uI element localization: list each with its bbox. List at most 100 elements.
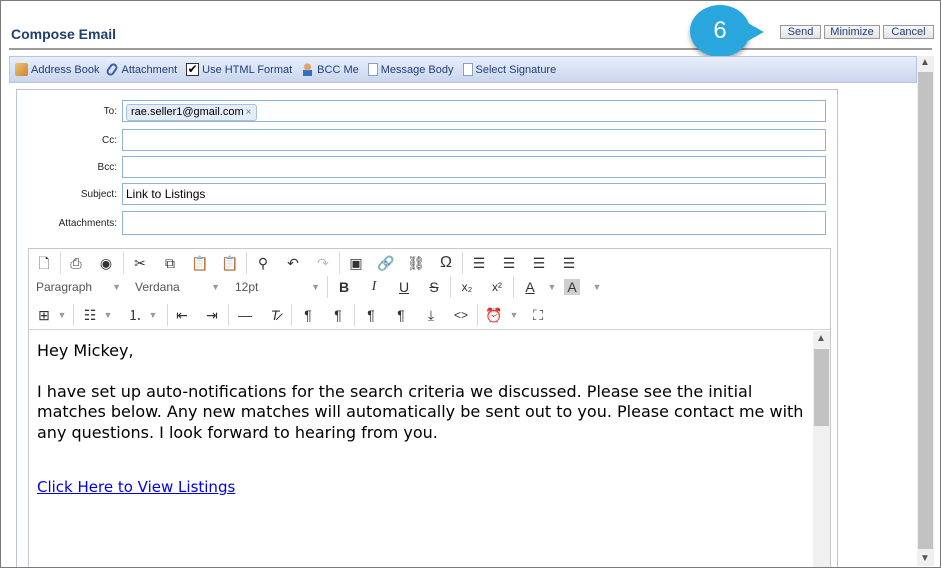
insert-icon[interactable]: ⤓ [420,304,442,326]
chevron-down-icon[interactable]: ▼ [97,304,119,326]
window-scrollbar[interactable]: ▲ ▼ [917,56,934,566]
message-body-label: Message Body [380,63,454,76]
cancel-button[interactable]: Cancel [883,25,934,39]
undo-icon[interactable]: ↶ [282,252,304,274]
toolbar-separator [462,252,463,274]
copy-icon[interactable]: ⧉ [159,252,181,274]
title-divider [9,48,932,50]
scroll-down-icon[interactable]: ▼ [920,553,930,564]
outdent-icon[interactable]: ⇤ [171,304,193,326]
toolbar-separator [354,304,355,326]
recipient-token[interactable]: rae.seller1@gmail.com × [126,104,257,121]
paperclip-icon [105,61,120,78]
preview-icon[interactable]: ◉ [95,252,117,274]
subject-field[interactable]: Link to Listings [122,183,826,205]
cut-icon[interactable]: ✂ [129,252,151,274]
toolbar-separator [60,252,61,274]
address-book-label: Address Book [31,63,100,76]
attachment-button[interactable]: Attachment [105,61,177,78]
recipient-address: rae.seller1@gmail.com [131,106,244,118]
window-scrollbar-thumb[interactable] [918,72,933,549]
cc-label: Cc: [102,135,117,146]
ltr-icon[interactable]: ¶ [297,304,319,326]
step-callout-arrow [746,22,764,42]
subject-label: Subject: [80,189,117,200]
toolbar-separator [477,304,478,326]
chevron-down-icon[interactable]: ▼ [142,304,164,326]
bcc-me-button[interactable]: BCC Me [301,63,359,76]
bcc-field[interactable] [122,156,826,178]
editor-scrollbar-thumb[interactable] [814,349,829,426]
font-size-select[interactable]: 12pt ▼ [235,277,320,297]
clear-format-icon[interactable]: T̷ [264,304,286,326]
font-family-select[interactable]: Verdana ▼ [135,277,220,297]
toolbar-separator [327,276,328,298]
scroll-up-icon[interactable]: ▲ [816,333,826,344]
align-right-icon[interactable]: ☰ [528,252,550,274]
indent-icon[interactable]: ⇥ [201,304,223,326]
minimize-button[interactable]: Minimize [824,25,880,39]
find-icon[interactable]: ⚲ [252,252,274,274]
font-size-value: 12pt [235,280,259,294]
paragraph-format-select[interactable]: Paragraph ▼ [36,277,121,297]
signature-document-icon [462,63,473,76]
fullscreen-icon[interactable]: ⛶ [527,304,549,326]
align-left-icon[interactable]: ☰ [468,252,490,274]
bold-icon[interactable]: B [333,276,355,298]
link-icon[interactable]: 🔗 [375,252,397,274]
justify-icon[interactable]: ☰ [558,252,580,274]
align-center-icon[interactable]: ☰ [498,252,520,274]
compose-email-window: Compose Email 6 Send Minimize Cancel Add… [0,0,941,568]
image-icon[interactable]: ▣ [345,252,367,274]
timestamp-icon[interactable]: ⏰ [483,304,505,326]
chevron-down-icon: ▼ [211,282,220,292]
editor-content-area[interactable]: Hey Mickey, I have set up auto-notificat… [29,331,814,567]
attachments-field[interactable] [122,211,826,235]
compose-toolbar: Address Book Attachment ✔ Use HTML Forma… [9,56,917,83]
print-icon[interactable]: ⎙ [65,252,87,274]
use-html-format-toggle[interactable]: ✔ Use HTML Format [186,63,292,76]
redo-icon[interactable]: ↷ [312,252,334,274]
paste-icon[interactable]: 📋 [189,252,211,274]
scroll-up-icon[interactable]: ▲ [920,57,930,68]
source-code-icon[interactable]: <> [450,304,472,326]
send-button[interactable]: Send [780,25,821,39]
underline-icon[interactable]: U [393,276,415,298]
bcc-label: Bcc: [97,162,117,173]
address-book-button[interactable]: Address Book [15,63,99,76]
page-title: Compose Email [11,26,117,42]
to-field[interactable]: rae.seller1@gmail.com × [122,100,826,122]
chevron-down-icon[interactable]: ▼ [51,304,73,326]
cc-field[interactable] [122,129,826,151]
toolbar-separator [513,276,514,298]
rtl-icon[interactable]: ¶ [327,304,349,326]
subscript-icon[interactable]: x₂ [456,276,478,298]
italic-icon[interactable]: I [363,276,385,298]
paste-text-icon[interactable]: 📋 [219,252,241,274]
chevron-down-icon[interactable]: ▼ [541,276,563,298]
paragraph-mark-icon[interactable]: ¶ [360,304,382,326]
view-listings-link[interactable]: Click Here to View Listings [37,478,235,496]
bcc-me-label: BCC Me [317,63,359,76]
message-body-button[interactable]: Message Body [367,63,454,76]
horizontal-rule-icon[interactable]: — [234,304,256,326]
attachments-label: Attachments: [58,218,117,229]
select-signature-button[interactable]: Select Signature [462,63,557,76]
select-signature-label: Select Signature [475,63,557,76]
chevron-down-icon[interactable]: ▼ [503,304,525,326]
unlink-icon[interactable]: ⛓ [405,252,427,274]
chevron-down-icon: ▼ [112,282,121,292]
chevron-down-icon: ▼ [311,282,320,292]
superscript-icon[interactable]: x² [486,276,508,298]
special-char-icon[interactable]: Ω [435,252,457,274]
remove-recipient-icon[interactable]: × [246,107,252,118]
show-blocks-icon[interactable]: ¶ [390,304,412,326]
html-format-checkbox[interactable]: ✔ [186,63,200,76]
strikethrough-icon[interactable]: S [423,276,445,298]
editor-scrollbar[interactable]: ▲ [813,331,830,567]
highlight-color-icon[interactable]: A [564,279,580,295]
toolbar-separator [339,252,340,274]
new-document-icon[interactable]: 🗋 [33,252,55,274]
text-color-icon[interactable]: A [519,276,541,298]
chevron-down-icon[interactable]: ▼ [586,276,608,298]
